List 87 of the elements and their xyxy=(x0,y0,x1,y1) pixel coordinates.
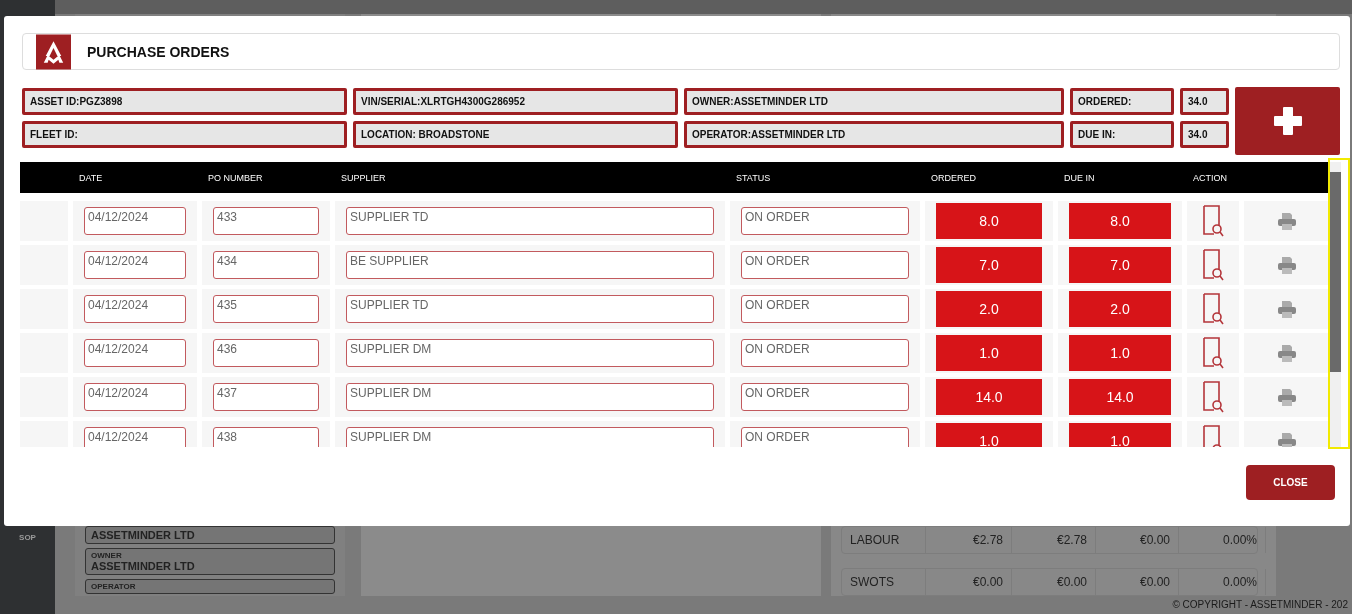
copyright-text: © COPYRIGHT - ASSETMINDER - 202 xyxy=(1172,599,1348,610)
info-field: FLEET ID: xyxy=(22,121,347,148)
logo-icon xyxy=(36,33,71,70)
status-field[interactable]: ON ORDER xyxy=(741,383,909,411)
info-field: ASSET ID:PGZ3898 xyxy=(22,88,347,115)
date-field[interactable]: 04/12/2024 xyxy=(84,383,186,411)
info-field: VIN/SERIAL:XLRTGH4300G286952 xyxy=(353,88,678,115)
status-field[interactable]: ON ORDER xyxy=(741,427,909,447)
field-label: OPERATOR xyxy=(91,582,137,591)
ordered-quantity: 2.0 xyxy=(936,291,1042,327)
printer-icon[interactable] xyxy=(1277,256,1297,274)
info-field: 34.0 xyxy=(1180,88,1229,115)
supplier-field[interactable]: SUPPLIER DM xyxy=(346,339,714,367)
scrollbar[interactable] xyxy=(1330,162,1341,447)
ordered-quantity: 14.0 xyxy=(936,379,1042,415)
scrollbar-thumb[interactable] xyxy=(1330,172,1341,372)
document-search-icon[interactable] xyxy=(1202,249,1224,281)
printer-icon[interactable] xyxy=(1277,300,1297,318)
column-header: STATUS xyxy=(735,172,772,183)
status-field[interactable]: ON ORDER xyxy=(741,207,909,235)
supplier-field[interactable]: SUPPLIER TD xyxy=(346,207,714,235)
date-field[interactable]: 04/12/2024 xyxy=(84,251,186,279)
due-in-quantity: 1.0 xyxy=(1069,423,1171,447)
table-cell: €2.78 xyxy=(926,527,1012,553)
field-value: ASSETMINDER LTD xyxy=(91,560,196,572)
status-field[interactable]: ON ORDER xyxy=(741,251,909,279)
document-search-icon[interactable] xyxy=(1202,205,1224,237)
po-number-field[interactable]: 435 xyxy=(213,295,319,323)
document-search-icon[interactable] xyxy=(1202,293,1224,325)
status-field[interactable]: ON ORDER xyxy=(741,295,909,323)
printer-icon[interactable] xyxy=(1277,432,1297,447)
column-header: DATE xyxy=(78,172,104,183)
column-header: ACTION xyxy=(1192,172,1228,183)
table-cell: €0.00 xyxy=(926,569,1012,595)
date-field[interactable]: 04/12/2024 xyxy=(84,339,186,367)
table-cell: €0.00 xyxy=(1096,569,1179,595)
ordered-quantity: 1.0 xyxy=(936,423,1042,447)
printer-icon[interactable] xyxy=(1277,388,1297,406)
plus-icon xyxy=(1272,106,1303,136)
column-header: ORDERED xyxy=(930,172,977,183)
due-in-quantity: 8.0 xyxy=(1069,203,1171,239)
info-field: 34.0 xyxy=(1180,121,1229,148)
ordered-quantity: 8.0 xyxy=(936,203,1042,239)
due-in-quantity: 1.0 xyxy=(1069,335,1171,371)
column-header: SUPPLIER xyxy=(340,172,387,183)
document-search-icon[interactable] xyxy=(1202,381,1224,413)
po-number-field[interactable]: 437 xyxy=(213,383,319,411)
ordered-quantity: 1.0 xyxy=(936,335,1042,371)
info-field: ORDERED: xyxy=(1070,88,1174,115)
due-in-quantity: 2.0 xyxy=(1069,291,1171,327)
add-button[interactable] xyxy=(1235,87,1340,155)
supplier-field[interactable]: SUPPLIER DM xyxy=(346,383,714,411)
table-cell: SWOTS xyxy=(842,569,926,595)
due-in-quantity: 14.0 xyxy=(1069,379,1171,415)
supplier-field[interactable]: SUPPLIER TD xyxy=(346,295,714,323)
printer-icon[interactable] xyxy=(1277,344,1297,362)
info-field: DUE IN: xyxy=(1070,121,1174,148)
table-cell: €0.00 xyxy=(1096,527,1179,553)
info-field: OWNER:ASSETMINDER LTD xyxy=(684,88,1064,115)
table-cell: 0.00% xyxy=(1179,569,1266,595)
table-cell: LABOUR xyxy=(842,527,926,553)
sidebar-label[interactable]: SOP xyxy=(19,533,36,542)
ordered-quantity: 7.0 xyxy=(936,247,1042,283)
info-field: LOCATION: BROADSTONE xyxy=(353,121,678,148)
table-cell: 0.00% xyxy=(1179,527,1266,553)
table-cell: €2.78 xyxy=(1012,527,1096,553)
supplier-field[interactable]: SUPPLIER DM xyxy=(346,427,714,447)
po-number-field[interactable]: 434 xyxy=(213,251,319,279)
table-cell: €0.00 xyxy=(1012,569,1096,595)
po-number-field[interactable]: 436 xyxy=(213,339,319,367)
info-field: OPERATOR:ASSETMINDER LTD xyxy=(684,121,1064,148)
due-in-quantity: 7.0 xyxy=(1069,247,1171,283)
po-number-field[interactable]: 433 xyxy=(213,207,319,235)
status-field[interactable]: ON ORDER xyxy=(741,339,909,367)
column-header: DUE IN xyxy=(1063,172,1096,183)
field-value: ASSETMINDER LTD xyxy=(91,529,196,541)
po-number-field[interactable]: 438 xyxy=(213,427,319,447)
modal-title: PURCHASE ORDERS xyxy=(87,43,230,60)
date-field[interactable]: 04/12/2024 xyxy=(84,295,186,323)
date-field[interactable]: 04/12/2024 xyxy=(84,427,186,447)
close-button[interactable]: CLOSE xyxy=(1246,465,1335,500)
column-header: PO NUMBER xyxy=(207,172,264,183)
date-field[interactable]: 04/12/2024 xyxy=(84,207,186,235)
supplier-field[interactable]: BE SUPPLIER xyxy=(346,251,714,279)
printer-icon[interactable] xyxy=(1277,212,1297,230)
document-search-icon[interactable] xyxy=(1202,337,1224,369)
field-label: OWNER xyxy=(91,551,123,560)
